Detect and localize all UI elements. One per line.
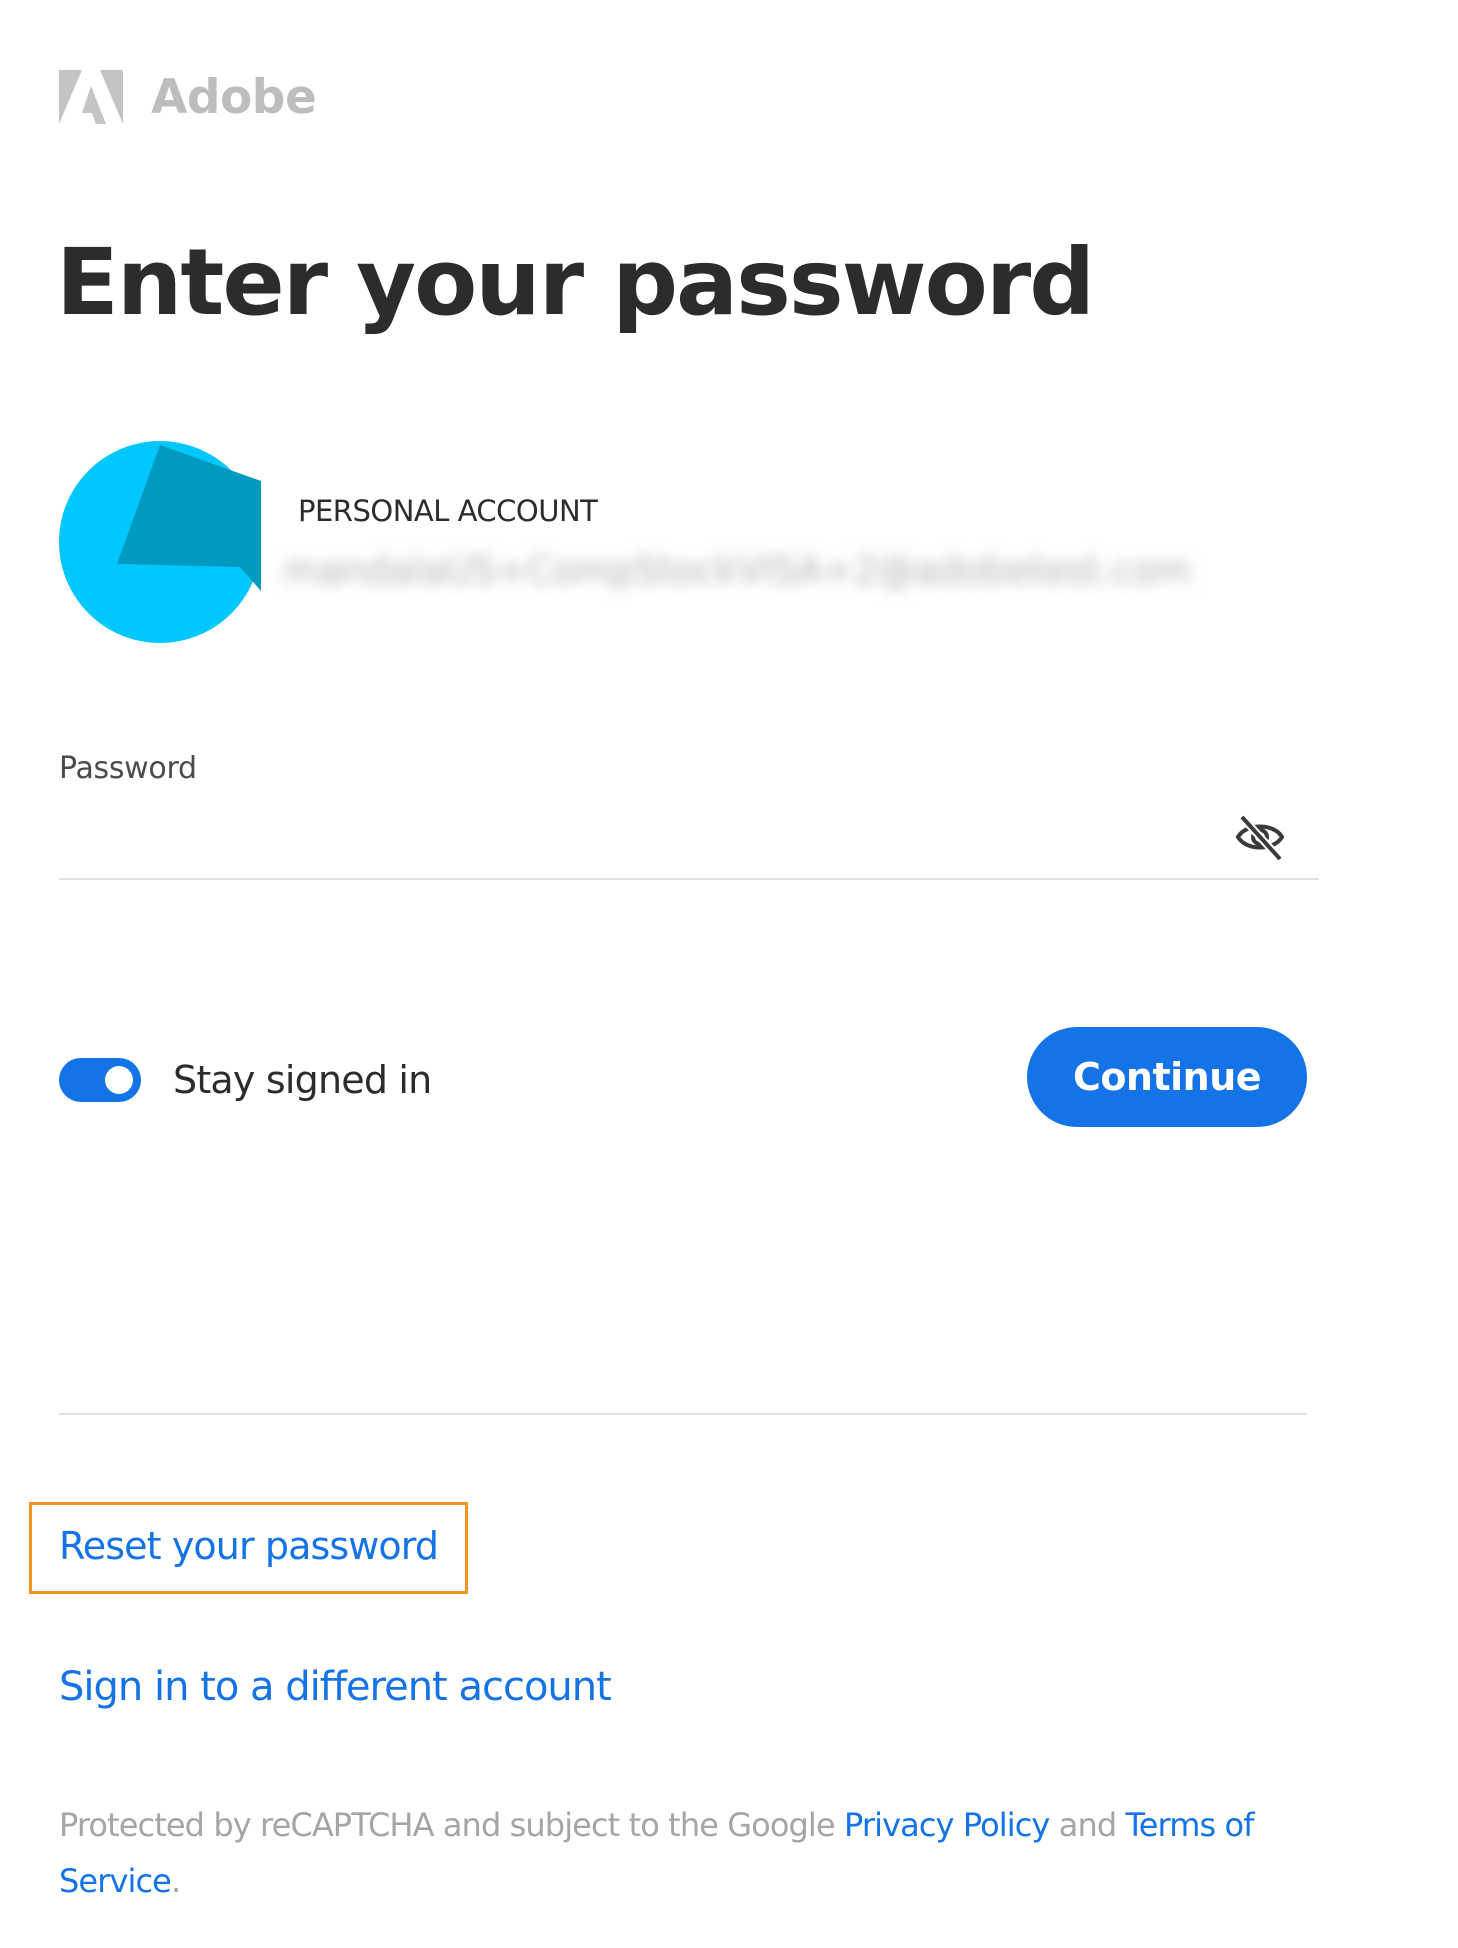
toggle-knob	[105, 1066, 133, 1094]
recaptcha-notice: Protected by reCAPTCHA and subject to th…	[59, 1797, 1349, 1909]
show-password-toggle[interactable]	[1230, 807, 1290, 867]
eye-slash-icon	[1235, 814, 1285, 862]
continue-button[interactable]: Continue	[1027, 1027, 1307, 1127]
stay-signed-in-label: Stay signed in	[173, 1058, 432, 1102]
account-type-label: PERSONAL ACCOUNT	[298, 494, 598, 528]
recaptcha-suffix: .	[170, 1862, 181, 1900]
account-email: mandalaUS+CompStockVISA+2@adobetest.com	[284, 549, 1192, 592]
divider	[59, 1413, 1307, 1415]
different-account-link[interactable]: Sign in to a different account	[59, 1664, 612, 1710]
privacy-policy-link[interactable]: Privacy Policy	[844, 1806, 1050, 1844]
password-field[interactable]	[59, 796, 1319, 880]
stay-signed-in-toggle[interactable]: Stay signed in	[59, 1052, 432, 1108]
password-label: Password	[59, 751, 197, 786]
reset-password-link[interactable]: Reset your password	[59, 1524, 439, 1568]
adobe-logo-icon	[59, 70, 123, 124]
recaptcha-and: and	[1049, 1806, 1126, 1844]
recaptcha-prefix: Protected by reCAPTCHA and subject to th…	[59, 1806, 844, 1844]
brand-header: Adobe	[59, 66, 317, 128]
brand-name: Adobe	[151, 69, 317, 125]
toggle-switch[interactable]	[59, 1058, 141, 1102]
page-title: Enter your password	[56, 229, 1095, 336]
avatar-icon	[59, 441, 261, 643]
